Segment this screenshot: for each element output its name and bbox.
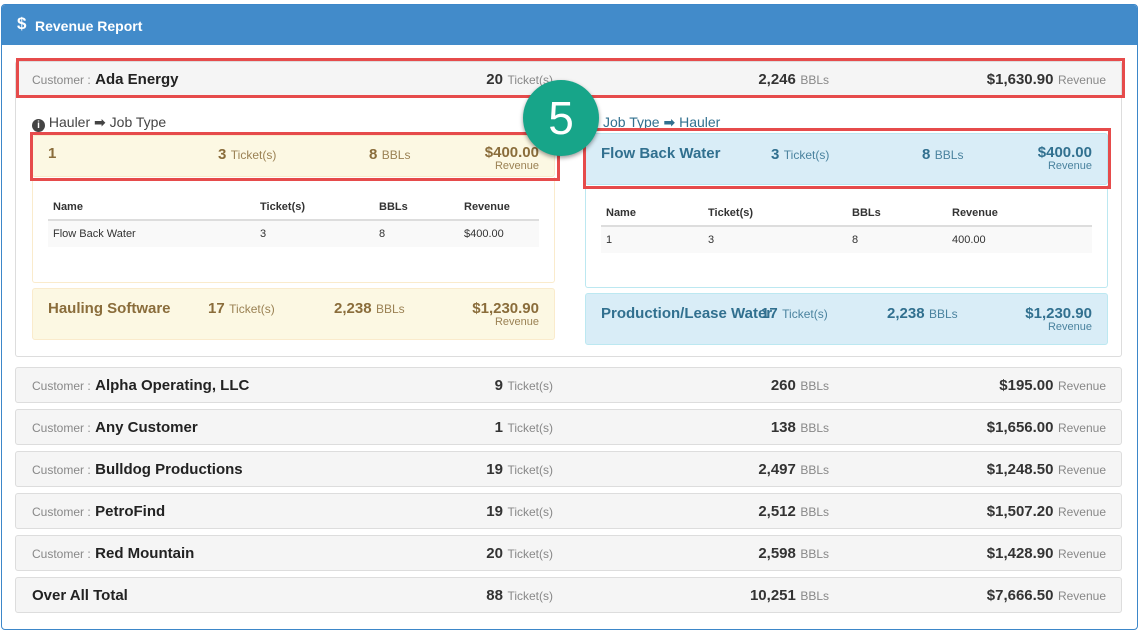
arrow-right-icon: ➡ [94,114,106,130]
hauler-detail-box: Name Ticket(s) BBLs Revenue Flow Back Wa… [32,177,555,283]
dollar-icon: $ [17,14,27,33]
highlight-box-jobtype-card [583,128,1111,189]
jobtype-detail-box: Name Ticket(s) BBLs Revenue 1 3 8 400.00 [585,185,1108,288]
hauler-card-hauling-software[interactable]: Hauling Software 17 Ticket(s) 2,238 BBLs… [32,288,555,340]
overall-total-label: Over All Total [32,587,128,604]
customer-row-petrofind[interactable]: Customer : PetroFind 19 Ticket(s) 2,512 … [15,493,1122,529]
customer-row-alpha-operating[interactable]: Customer : Alpha Operating, LLC 9 Ticket… [15,367,1122,403]
step-number-badge: 5 [523,80,599,156]
table-row: Flow Back Water 3 8 $400.00 [48,220,539,247]
hauler-detail-table: Name Ticket(s) BBLs Revenue Flow Back Wa… [48,195,539,247]
overall-total-row: Over All Total 88 Ticket(s) 10,251 BBLs … [15,577,1122,613]
hauler-jobtype-title: i Hauler ➡ Job Type [32,114,166,132]
customer-row-bulldog-productions[interactable]: Customer : Bulldog Productions 19 Ticket… [15,451,1122,487]
highlight-box-hauler-card [30,132,560,181]
info-circle-icon: i [32,119,45,132]
jobtype-detail-table: Name Ticket(s) BBLs Revenue 1 3 8 400.00 [601,201,1092,253]
table-row: 1 3 8 400.00 [601,226,1092,253]
customer-row-red-mountain[interactable]: Customer : Red Mountain 20 Ticket(s) 2,5… [15,535,1122,571]
panel-title: Revenue Report [35,18,143,34]
jobtype-card-production-lease-water[interactable]: Production/Lease Water 17 Ticket(s) 2,23… [585,293,1108,345]
panel-header: $ Revenue Report [2,5,1137,45]
customer-row-any-customer[interactable]: Customer : Any Customer 1 Ticket(s) 138 … [15,409,1122,445]
